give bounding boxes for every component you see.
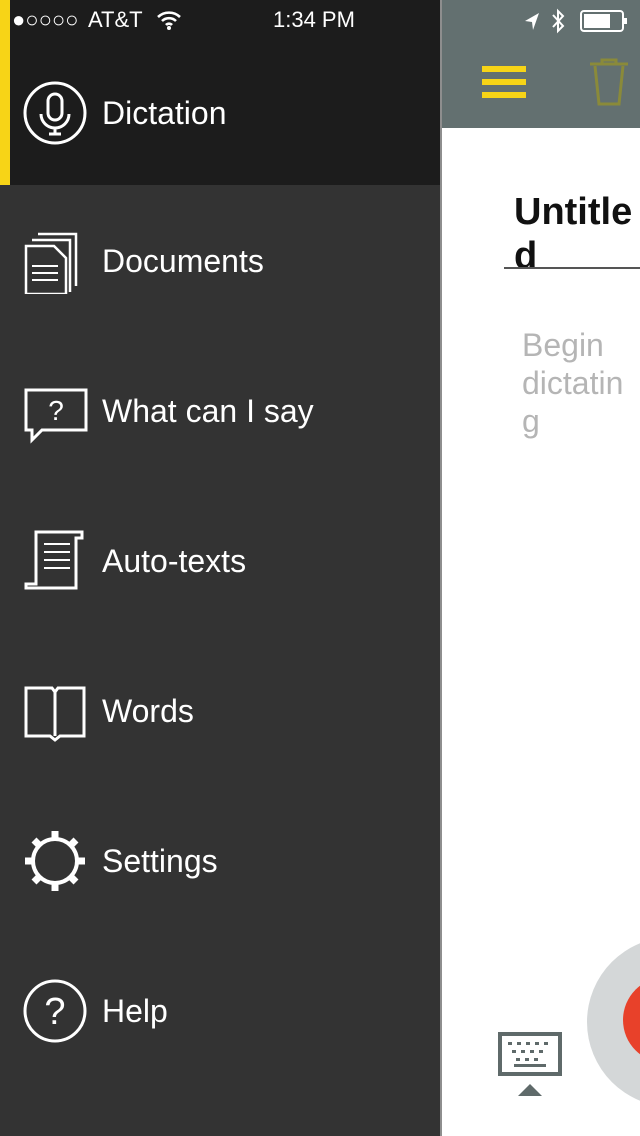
svg-text:?: ?	[48, 395, 64, 426]
microphone-icon	[23, 81, 87, 145]
bluetooth-icon	[552, 8, 565, 34]
book-icon	[24, 686, 86, 742]
menu-item-label: Words	[102, 692, 194, 729]
gear-icon	[25, 831, 85, 891]
menu-item-words[interactable]: Words	[0, 636, 440, 786]
signal-strength: ●○○○○	[12, 7, 79, 32]
record-button[interactable]	[587, 937, 640, 1107]
menu-item-label: Settings	[102, 842, 218, 879]
document-title[interactable]: Untitled	[514, 190, 640, 278]
svg-text:?: ?	[44, 991, 65, 1033]
help-icon: ?	[23, 979, 87, 1043]
menu-item-label: Auto-texts	[102, 542, 247, 579]
menu-item-label: Documents	[102, 242, 264, 279]
menu-item-label: Help	[102, 992, 168, 1029]
documents-icon	[24, 232, 78, 294]
menu-button[interactable]	[482, 64, 526, 100]
trash-button[interactable]	[588, 58, 630, 106]
title-divider	[504, 267, 640, 269]
side-menu: ●○○○○ AT&T 1:34 PM Dictation Documents ?…	[0, 0, 440, 1136]
menu-item-settings[interactable]: Settings	[0, 786, 440, 936]
dictation-text-area[interactable]: Begin dictating	[522, 326, 640, 440]
carrier: AT&T	[88, 7, 143, 32]
wifi-icon	[157, 11, 181, 30]
menu-item-label: Dictation	[102, 94, 227, 131]
menu-item-label: What can I say	[102, 392, 314, 429]
document-panel: Untitled Begin dictating	[440, 0, 640, 1136]
clock: 1:34 PM	[273, 7, 355, 32]
toolbar	[442, 0, 640, 128]
menu-item-what-can-i-say[interactable]: ? What can I say	[0, 336, 440, 486]
location-icon	[525, 13, 539, 30]
menu-item-help[interactable]: ? Help	[0, 936, 440, 1086]
menu-item-auto-texts[interactable]: Auto-texts	[0, 486, 440, 636]
menu-item-documents[interactable]: Documents	[0, 186, 440, 336]
speech-bubble-question-icon: ?	[24, 388, 88, 444]
battery-icon	[580, 10, 627, 32]
keyboard-button[interactable]	[498, 1032, 564, 1098]
scroll-icon	[24, 530, 84, 590]
menu-item-dictation[interactable]: Dictation	[0, 38, 440, 188]
